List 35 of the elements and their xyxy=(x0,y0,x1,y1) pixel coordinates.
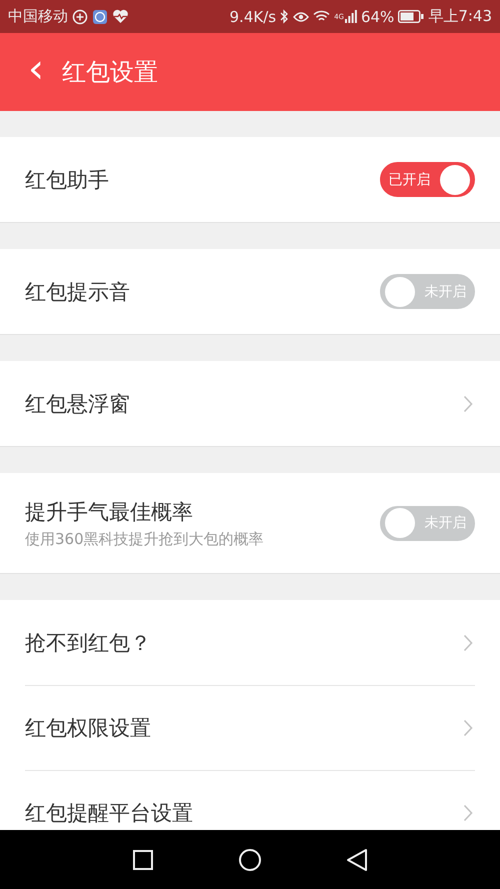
battery-percent: 64% xyxy=(360,8,394,26)
setting-description: 使用360黑科技提升抢到大包的概率 xyxy=(25,530,264,548)
setting-label: 红包提醒平台设置 xyxy=(25,800,193,826)
settings-row[interactable]: 红包助手 已开启 xyxy=(0,137,500,222)
bluetooth-icon xyxy=(280,9,290,24)
chevron-right-icon xyxy=(463,718,473,736)
setting-label: 红包提示音 xyxy=(25,278,130,306)
signal-icon xyxy=(344,10,357,23)
setting-label: 抢不到红包？ xyxy=(25,630,151,656)
eye-icon xyxy=(293,10,310,22)
setting-label: 提升手气最佳概率 xyxy=(25,498,194,526)
toggle-switch[interactable]: 已开启 xyxy=(380,162,475,197)
square-icon[interactable] xyxy=(132,848,154,870)
back-button[interactable]: ‹ xyxy=(0,49,44,95)
circle-icon[interactable] xyxy=(238,848,262,872)
chevron-right-icon xyxy=(463,804,473,822)
triangle-back-icon[interactable] xyxy=(346,848,368,872)
settings-row[interactable]: 抢不到红包？ xyxy=(0,600,500,685)
carrier-name: 中国移动 xyxy=(8,7,68,26)
chevron-right-icon xyxy=(463,634,473,652)
settings-row[interactable]: 红包提醒平台设置 xyxy=(0,770,500,830)
setting-label: 红包悬浮窗 xyxy=(25,390,130,418)
settings-row[interactable]: 红包权限设置 xyxy=(0,685,500,770)
setting-label: 红包助手 xyxy=(25,166,109,194)
setting-label: 红包权限设置 xyxy=(25,714,151,742)
settings-row[interactable]: 红包悬浮窗 xyxy=(0,361,500,446)
battery-icon xyxy=(398,10,424,23)
app-icon xyxy=(92,8,108,24)
heart-icon xyxy=(112,9,129,24)
chevron-right-icon xyxy=(463,394,473,412)
plus-circle-icon xyxy=(72,8,88,24)
network-speed: 9.4K/s xyxy=(230,8,276,26)
page-title: 红包设置 xyxy=(62,57,158,88)
clock-time: 早上7:43 xyxy=(428,7,492,26)
wifi-icon xyxy=(313,10,330,23)
